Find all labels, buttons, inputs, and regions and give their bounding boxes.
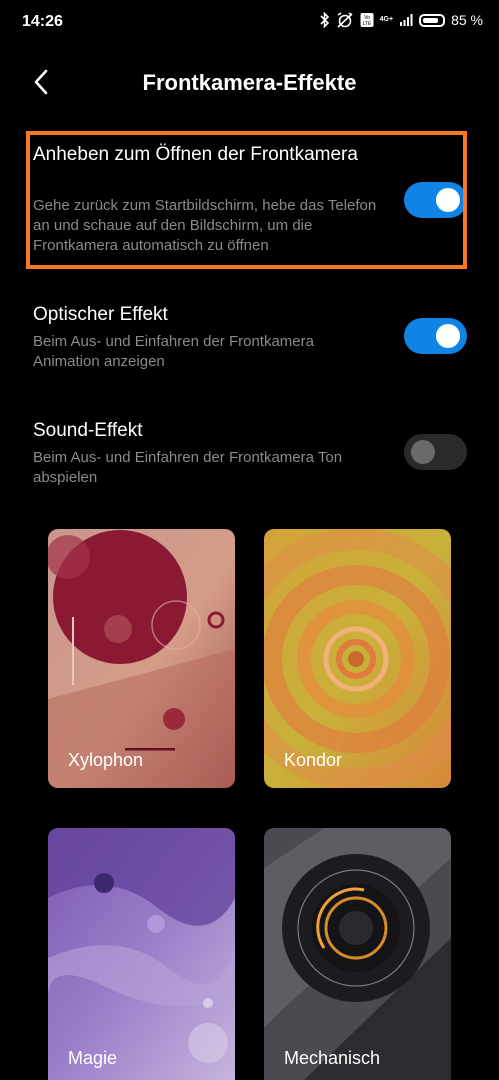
effect-card-mechanisch[interactable]: Mechanisch bbox=[264, 828, 451, 1080]
effect-label: Kondor bbox=[284, 750, 343, 770]
status-icons: Vo LTE 4G+ 85 % bbox=[320, 12, 483, 28]
signal-icon bbox=[399, 13, 413, 27]
raise-to-open-toggle[interactable] bbox=[404, 182, 467, 218]
network-type: 4G+ bbox=[380, 16, 393, 24]
setting-title: Sound-Effekt bbox=[33, 420, 143, 441]
setting-sound-effect[interactable]: Sound-Effekt Beim Aus- und Einfahren der… bbox=[0, 418, 499, 498]
status-time: 14:26 bbox=[22, 13, 63, 30]
setting-title: Anheben zum Öffnen der Frontkamera bbox=[33, 144, 358, 165]
battery-fill bbox=[423, 17, 439, 23]
effect-label: Mechanisch bbox=[284, 1048, 381, 1068]
status-bar: 14:26 Vo LTE 4G+ 85 % bbox=[0, 0, 499, 44]
setting-title: Optischer Effekt bbox=[33, 304, 168, 325]
volte-icon: Vo LTE bbox=[360, 12, 374, 28]
mechanisch-artwork bbox=[264, 828, 451, 1080]
setting-description: Beim Aus- und Einfahren der Frontkamera … bbox=[33, 333, 314, 370]
page-header: Frontkamera-Effekte bbox=[0, 56, 499, 108]
setting-raise-to-open[interactable]: Anheben zum Öffnen der Frontkamera Gehe … bbox=[0, 140, 499, 270]
setting-description: Gehe zurück zum Startbildschirm, hebe da… bbox=[33, 197, 377, 254]
bluetooth-icon bbox=[320, 12, 330, 28]
magie-artwork bbox=[48, 828, 235, 1080]
effect-card-kondor[interactable]: Kondor bbox=[264, 529, 451, 788]
setting-description: Beim Aus- und Einfahren der Frontkamera … bbox=[33, 449, 343, 486]
effect-card-xylophon[interactable]: Xylophon bbox=[48, 529, 235, 788]
page-title: Frontkamera-Effekte bbox=[142, 70, 357, 95]
effect-label: Xylophon bbox=[68, 750, 144, 770]
optical-effect-toggle[interactable] bbox=[404, 318, 467, 354]
battery-icon bbox=[419, 13, 446, 27]
network-type-label: 4G+ bbox=[379, 16, 394, 23]
battery-text: 85 % bbox=[451, 12, 483, 28]
sound-effect-toggle[interactable] bbox=[404, 434, 467, 470]
alarm-off-icon bbox=[336, 12, 354, 28]
toggle-knob bbox=[411, 440, 435, 464]
svg-text:LTE: LTE bbox=[362, 21, 371, 27]
setting-optical-effect[interactable]: Optischer Effekt Beim Aus- und Einfahren… bbox=[0, 302, 499, 382]
toggle-knob bbox=[436, 324, 460, 348]
effect-card-magie[interactable]: Magie bbox=[48, 828, 235, 1080]
effect-label: Magie bbox=[68, 1048, 118, 1068]
toggle-knob bbox=[436, 188, 460, 212]
